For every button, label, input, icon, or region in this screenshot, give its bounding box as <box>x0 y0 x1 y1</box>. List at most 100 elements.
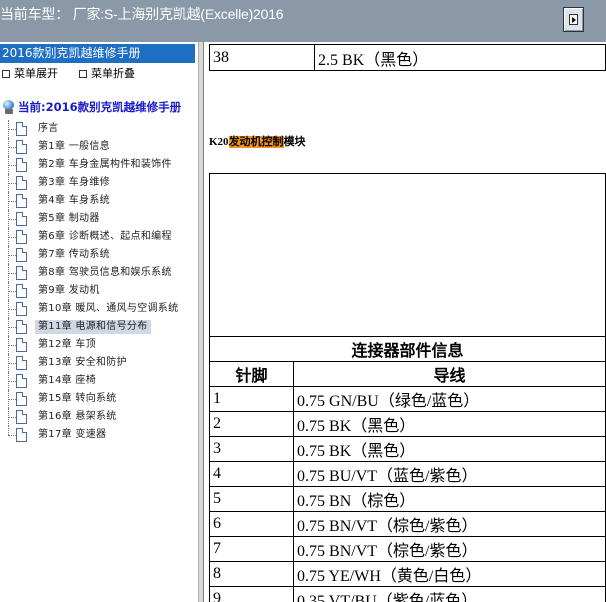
tree-item-label: 第15章 转向系统 <box>38 393 117 404</box>
table-row: 4 0.75 BU/VT（蓝色/紫色） <box>208 461 606 487</box>
connector-image-row <box>209 173 606 337</box>
document-icon <box>16 140 27 154</box>
tree-item[interactable]: 第15章 转向系统 <box>0 390 198 408</box>
wire-cell: 0.75 BN/VT（棕色/紫色） <box>293 511 606 537</box>
document-icon <box>16 338 27 352</box>
tree-item-label: 第6章 诊断概述、起点和编程 <box>38 231 172 242</box>
module-title-highlight: 发动机控制 <box>228 136 284 148</box>
document-icon <box>16 392 27 406</box>
exit-button[interactable] <box>563 7 584 32</box>
tree-item-label: 第9章 发动机 <box>38 285 100 296</box>
document-icon <box>16 356 27 370</box>
tree-item[interactable]: 第3章 车身维修 <box>0 174 198 192</box>
pin-cell: 1 <box>208 386 295 412</box>
tree-item[interactable]: 第17章 变速器 <box>0 426 198 444</box>
pin-cell: 5 <box>208 486 295 512</box>
expand-label: 菜单展开 <box>14 67 58 80</box>
table-row: 9 0.35 VT/BU（紫色/蓝色） <box>208 586 606 602</box>
wire-column-header: 导线 <box>293 361 606 387</box>
previous-table: 38 2.5 BK（黑色） <box>208 44 606 71</box>
window-title: 当前车型： 厂家:S-上海别克凯越(Excelle)2016 <box>0 6 284 22</box>
collapse-icon <box>79 70 87 78</box>
table-row: 2 0.75 BK（黑色） <box>208 411 606 437</box>
chapter-tree: 序言第1章 一般信息第2章 车身金属构件和装饰件第3章 车身维修第4章 车身系统… <box>0 120 198 444</box>
tree-item[interactable]: 序言 <box>0 120 198 138</box>
tree-item[interactable]: 第1章 一般信息 <box>0 138 198 156</box>
content-pane: 38 2.5 BK（黑色） K20发动机控制模块 连接器部件信息 针脚 导线 1… <box>205 42 606 602</box>
connector-image-area <box>209 173 606 337</box>
tree-item-label: 第13章 安全和防护 <box>38 357 127 368</box>
document-icon <box>16 176 27 190</box>
pin-column-header: 针脚 <box>208 361 295 387</box>
table-row: 3 0.75 BK（黑色） <box>208 436 606 462</box>
wire-cell: 0.35 VT/BU（紫色/蓝色） <box>293 586 606 602</box>
module-title-prefix: K20 <box>209 136 229 148</box>
collapse-label: 菜单折叠 <box>91 67 135 80</box>
navigation-pane: 2016款别克凯越维修手册 菜单展开 菜单折叠 当前:2016款别克凯越维修手册… <box>0 42 198 602</box>
document-icon <box>16 428 27 442</box>
tree-item-label: 第2章 车身金属构件和装饰件 <box>38 159 172 170</box>
tree-item[interactable]: 第16章 悬架系统 <box>0 408 198 426</box>
globe-icon <box>2 100 16 114</box>
tree-item-label: 序言 <box>38 123 59 134</box>
tree-item[interactable]: 第14章 座椅 <box>0 372 198 390</box>
tree-item-label: 第5章 制动器 <box>38 213 100 224</box>
tree-item[interactable]: 第12章 车顶 <box>0 336 198 354</box>
tree-item[interactable]: 第11章 电源和信号分布 <box>0 318 198 336</box>
pin-cell: 3 <box>208 436 295 462</box>
section-header-row: 连接器部件信息 <box>209 336 606 362</box>
exit-icon <box>569 14 578 25</box>
pin-cell: 2 <box>208 411 295 437</box>
tree-item-label: 第17章 变速器 <box>38 429 107 440</box>
connector-section-title: 连接器部件信息 <box>209 336 606 362</box>
wire-cell: 0.75 BN（棕色） <box>293 486 606 512</box>
collapse-menu-button[interactable]: 菜单折叠 <box>77 66 135 82</box>
tree-item[interactable]: 第7章 传动系统 <box>0 246 198 264</box>
wire-cell: 0.75 GN/BU（绿色/蓝色） <box>293 386 606 412</box>
pin-cell: 9 <box>208 586 295 602</box>
tree-item-label: 第10章 暖风、通风与空调系统 <box>38 303 179 314</box>
pane-splitter[interactable] <box>198 42 204 602</box>
tree-item[interactable]: 第2章 车身金属构件和装饰件 <box>0 156 198 174</box>
table-row: 8 0.75 YE/WH（黄色/白色） <box>208 561 606 587</box>
tree-root-label: 当前:2016款别克凯越维修手册 <box>18 100 182 114</box>
tree-item-label: 第8章 驾驶员信息和娱乐系统 <box>38 267 172 278</box>
table-row: 6 0.75 BN/VT（棕色/紫色） <box>208 511 606 537</box>
wire-cell: 0.75 BN/VT（棕色/紫色） <box>293 536 606 562</box>
module-title-suffix: 模块 <box>283 136 306 148</box>
document-icon <box>16 320 27 334</box>
expand-menu-button[interactable]: 菜单展开 <box>0 66 58 82</box>
menu-controls: 菜单展开 菜单折叠 <box>0 66 135 82</box>
table-row: 5 0.75 BN（棕色） <box>208 486 606 512</box>
document-icon <box>16 248 27 262</box>
pin-cell: 38 <box>208 44 316 71</box>
wire-cell: 0.75 YE/WH（黄色/白色） <box>293 561 606 587</box>
document-icon <box>16 230 27 244</box>
table-row: 7 0.75 BN/VT（棕色/紫色） <box>208 536 606 562</box>
manual-header[interactable]: 2016款别克凯越维修手册 <box>0 44 195 63</box>
tree-item[interactable]: 第6章 诊断概述、起点和编程 <box>0 228 198 246</box>
document-icon <box>16 374 27 388</box>
pin-cell: 7 <box>208 536 295 562</box>
tree-item[interactable]: 第9章 发动机 <box>0 282 198 300</box>
tree-item[interactable]: 第13章 安全和防护 <box>0 354 198 372</box>
tree-item[interactable]: 第10章 暖风、通风与空调系统 <box>0 300 198 318</box>
wire-cell: 2.5 BK（黑色） <box>314 44 606 71</box>
expand-icon <box>2 70 10 78</box>
tree-item[interactable]: 第5章 制动器 <box>0 210 198 228</box>
document-icon <box>16 194 27 208</box>
document-icon <box>16 284 27 298</box>
tree-item[interactable]: 第8章 驾驶员信息和娱乐系统 <box>0 264 198 282</box>
tree-item-label: 第16章 悬架系统 <box>38 411 117 422</box>
document-icon <box>16 212 27 226</box>
table-row: 1 0.75 GN/BU（绿色/蓝色） <box>208 386 606 412</box>
tree-item[interactable]: 第4章 车身系统 <box>0 192 198 210</box>
wire-cell: 0.75 BK（黑色） <box>293 411 606 437</box>
tree-item-label: 第11章 电源和信号分布 <box>35 320 151 334</box>
tree-item-label: 第1章 一般信息 <box>38 141 110 152</box>
document-icon <box>16 158 27 172</box>
tree-item-label: 第14章 座椅 <box>38 375 97 386</box>
document-icon <box>16 122 27 136</box>
tree-item-label: 第4章 车身系统 <box>38 195 110 206</box>
document-icon <box>16 410 27 424</box>
